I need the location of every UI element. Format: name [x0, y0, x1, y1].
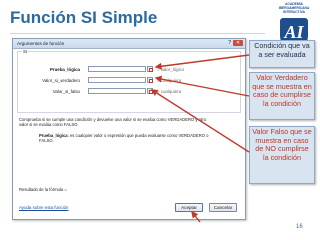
arrow-to-valor-si-falso — [150, 89, 250, 153]
arrow-to-prueba-logica — [154, 54, 250, 70]
page-number: 16 — [296, 224, 303, 230]
arrow-to-valor-si-verdadero — [154, 75, 250, 97]
arrow-to-accept-button — [191, 210, 201, 223]
pointer-arrows — [150, 54, 250, 223]
